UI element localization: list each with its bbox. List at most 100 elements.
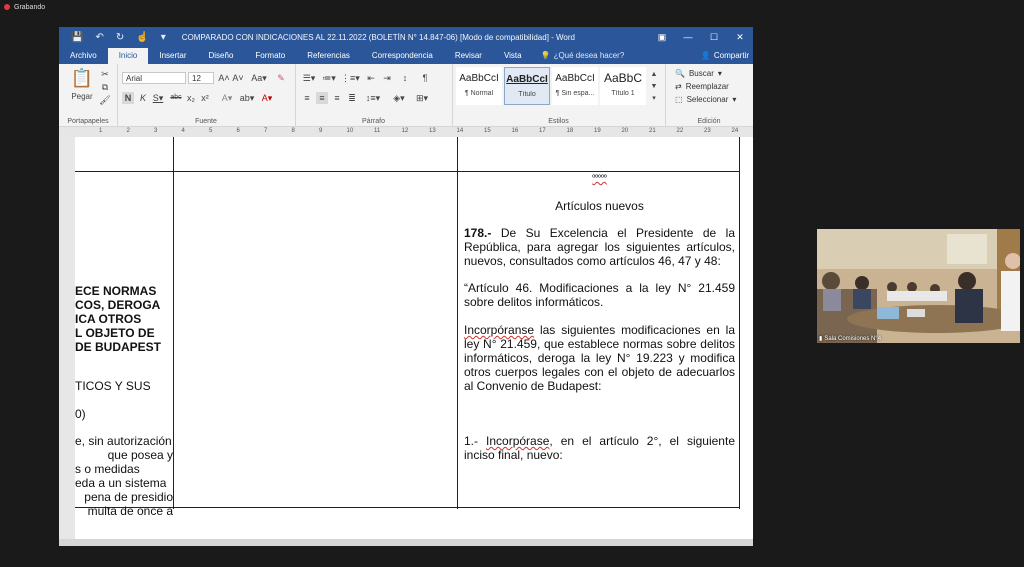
superscript-icon[interactable]: x² (199, 92, 211, 104)
tab-inicio[interactable]: Inicio (107, 48, 149, 64)
tell-me-box[interactable]: 💡 ¿Qué desea hacer? (533, 48, 625, 64)
align-right-icon[interactable]: ≡ (331, 92, 343, 104)
video-feed[interactable]: ▮ Sala Comisiones N°4 (817, 229, 1020, 343)
select-label: Seleccionar (686, 95, 729, 104)
tab-referencias[interactable]: Referencias (296, 48, 361, 64)
underline-icon[interactable]: S▾ (151, 92, 165, 104)
borders-icon[interactable]: ⊞▾ (413, 92, 431, 104)
tab-correspondencia[interactable]: Correspondencia (361, 48, 444, 64)
top-mark: ººººº (592, 173, 607, 182)
find-label: Buscar (688, 69, 714, 78)
customize-toolbar-icon[interactable]: ▾ (161, 32, 166, 43)
left-col-bold-line-4: L OBJETO DE (75, 326, 155, 340)
left-col-bold-line-2: COS, DEROGA (75, 298, 161, 312)
ruler-number: 20 (621, 128, 629, 134)
font-size-dropdown[interactable]: 12 (188, 72, 214, 84)
style-titulo[interactable]: AaBbCcI Título (504, 67, 550, 105)
save-icon[interactable]: 💾 (71, 32, 83, 43)
document-area: ECE NORMAS COS, DEROGA ICA OTROS L OBJET… (59, 137, 753, 546)
ruler-number: 7 (264, 128, 268, 134)
italic-icon[interactable]: K (137, 92, 149, 104)
undo-icon[interactable]: ↶ (95, 32, 103, 43)
numbering-icon[interactable]: ≔▾ (321, 72, 337, 84)
style-normal[interactable]: AaBbCcI ¶ Normal (456, 67, 502, 105)
table-divider-3 (739, 137, 740, 509)
lightbulb-icon: 💡 (540, 51, 551, 60)
redo-icon[interactable]: ↻ (116, 32, 124, 43)
font-color-icon[interactable]: A▾ (259, 92, 275, 104)
style-sin-espaciado-name: ¶ Sin espa... (555, 90, 595, 97)
paragraph-modificaciones: Incorpóranse las siguientes modificacion… (464, 323, 735, 393)
copy-icon[interactable]: ⧉ (99, 81, 111, 93)
increase-indent-icon[interactable]: ⇥ (381, 72, 393, 84)
style-sin-espaciado[interactable]: AaBbCcI ¶ Sin espa... (552, 67, 598, 105)
format-painter-icon[interactable]: 🖌 (99, 94, 111, 106)
status-bar (59, 539, 753, 546)
paste-label[interactable]: Pegar (65, 91, 99, 103)
bold-icon[interactable]: N (122, 92, 134, 104)
left-col-para-1: e, sin autorización (75, 434, 172, 448)
find-dropdown-icon: ▾ (717, 69, 722, 78)
multilevel-list-icon[interactable]: ⋮≡▾ (341, 72, 360, 84)
show-marks-icon[interactable]: ¶ (419, 72, 431, 84)
grow-font-icon[interactable]: A˄ (218, 72, 230, 84)
bullets-icon[interactable]: ☰▾ (301, 72, 317, 84)
tab-vista[interactable]: Vista (493, 48, 533, 64)
video-label-text: Sala Comisiones N°4 (824, 335, 882, 342)
user-icon: 👤 (700, 51, 711, 60)
highlight-icon[interactable]: ab▾ (239, 92, 255, 104)
tab-diseno[interactable]: Diseño (198, 48, 245, 64)
sort-icon[interactable]: ↕ (399, 72, 411, 84)
ruler-number: 2 (126, 128, 130, 134)
shrink-font-icon[interactable]: A˅ (232, 72, 244, 84)
justify-icon[interactable]: ≣ (346, 92, 358, 104)
touch-mode-icon[interactable]: ☝ (136, 32, 148, 43)
replace-button[interactable]: ⇄ Reemplazar (675, 82, 729, 91)
window-title: COMPARADO CON INDICACIONES AL 22.11.2022… (181, 33, 575, 42)
styles-scroll-down-icon[interactable]: ▼ (649, 81, 659, 93)
share-button[interactable]: 👤 Compartir (701, 48, 749, 64)
tab-insertar[interactable]: Insertar (148, 48, 197, 64)
align-center-icon[interactable]: ≡ (316, 92, 328, 104)
clear-formatting-icon[interactable]: ✎ (275, 72, 287, 84)
strikethrough-icon[interactable]: abc (169, 92, 183, 104)
select-button[interactable]: ⬚ Seleccionar ▾ (675, 95, 736, 104)
text-effects-icon[interactable]: A▾ (219, 92, 235, 104)
align-left-icon[interactable]: ≡ (301, 92, 313, 104)
group-parrafo: ☰▾ ≔▾ ⋮≡▾ ⇤ ⇥ ↕ ¶ ≡ ≡ ≡ ≣ ↕≡▾ ◈▾ ⊞▾ Párr… (295, 64, 453, 126)
subscript-icon[interactable]: x₂ (185, 92, 197, 104)
cut-icon[interactable]: ✂ (99, 68, 111, 80)
maximize-icon[interactable]: ☐ (701, 27, 727, 48)
left-col-para-5: pena de presidio (84, 490, 173, 504)
group-label-estilos: Estilos (548, 118, 569, 125)
tab-archivo[interactable]: Archivo (59, 48, 108, 64)
meeting-room-image (817, 229, 1020, 343)
group-label-parrafo: Párrafo (362, 118, 385, 125)
ruler-number: 5 (209, 128, 213, 134)
decrease-indent-icon[interactable]: ⇤ (365, 72, 377, 84)
shading-icon[interactable]: ◈▾ (391, 92, 407, 104)
style-titulo-1[interactable]: AaBbC Título 1 (600, 67, 646, 105)
search-icon: 🔍 (675, 69, 685, 78)
tab-revisar[interactable]: Revisar (444, 48, 493, 64)
left-col-line-2: 0) (75, 407, 86, 421)
left-col-para-6: multa de once a (87, 504, 173, 518)
styles-scroll-up-icon[interactable]: ▲ (649, 69, 659, 81)
close-icon[interactable]: ✕ (727, 27, 753, 48)
change-case-icon[interactable]: Aa▾ (250, 72, 268, 84)
paste-icon[interactable]: 📋 (69, 67, 95, 89)
tab-formato[interactable]: Formato (244, 48, 296, 64)
find-button[interactable]: 🔍 Buscar ▾ (675, 69, 722, 78)
document-page[interactable]: ECE NORMAS COS, DEROGA ICA OTROS L OBJET… (75, 137, 753, 546)
ruler-number: 13 (429, 128, 436, 134)
line-spacing-icon[interactable]: ↕≡▾ (365, 92, 381, 104)
group-estilos: AaBbCcI ¶ Normal AaBbCcI Título AaBbCcI … (452, 64, 666, 126)
ribbon-display-icon[interactable]: ▣ (649, 27, 675, 48)
minimize-icon[interactable]: — (675, 27, 701, 48)
table-divider-1 (173, 137, 174, 509)
font-name-dropdown[interactable]: Arial (122, 72, 186, 84)
left-col-line-1: TICOS Y SUS (75, 379, 151, 393)
signal-icon: ▮ (819, 336, 823, 342)
group-label-edicion: Edición (697, 118, 721, 125)
styles-more-icon[interactable]: ▾ (649, 93, 659, 105)
